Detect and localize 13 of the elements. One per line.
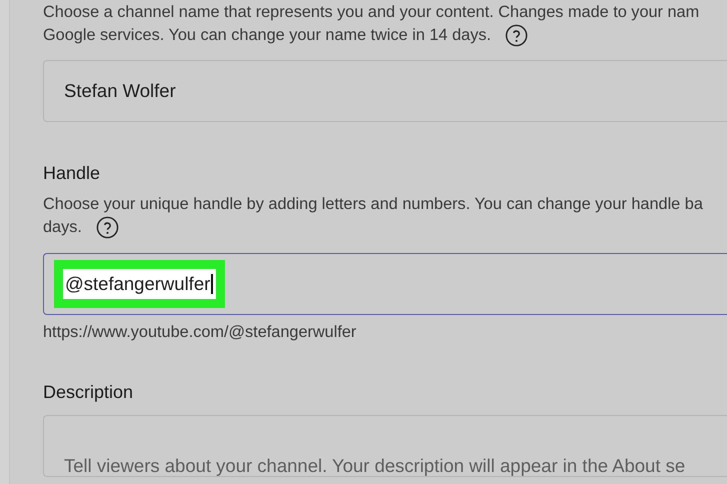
section-title: Handle — [43, 163, 102, 184]
handle-hint-text: Choose your unique handle by adding letters and numbers. You can change your handle ba — [43, 194, 703, 215]
name-hint-text: Choose a channel name that represents you and your content. Changes made to your nam — [43, 2, 700, 23]
help-icon[interactable] — [505, 24, 528, 47]
help-icon[interactable] — [96, 216, 119, 239]
name-hint-text: Google services. You can change your name twice in 14 days. — [43, 25, 492, 46]
section-title: Description — [43, 382, 134, 403]
handle-hint-text: days. — [43, 217, 82, 238]
description-field[interactable]: Tell viewers about your channel. Your description will appear in the About se — [43, 415, 727, 477]
channel-url: https://www.youtube.com/@stefangerwulfer — [43, 323, 358, 342]
channel-name-field[interactable]: Stefan Wolfer — [43, 60, 727, 122]
handle-value: @stefangerwulfer — [65, 273, 210, 295]
handle-field[interactable]: @stefangerwulfer — [43, 253, 727, 315]
